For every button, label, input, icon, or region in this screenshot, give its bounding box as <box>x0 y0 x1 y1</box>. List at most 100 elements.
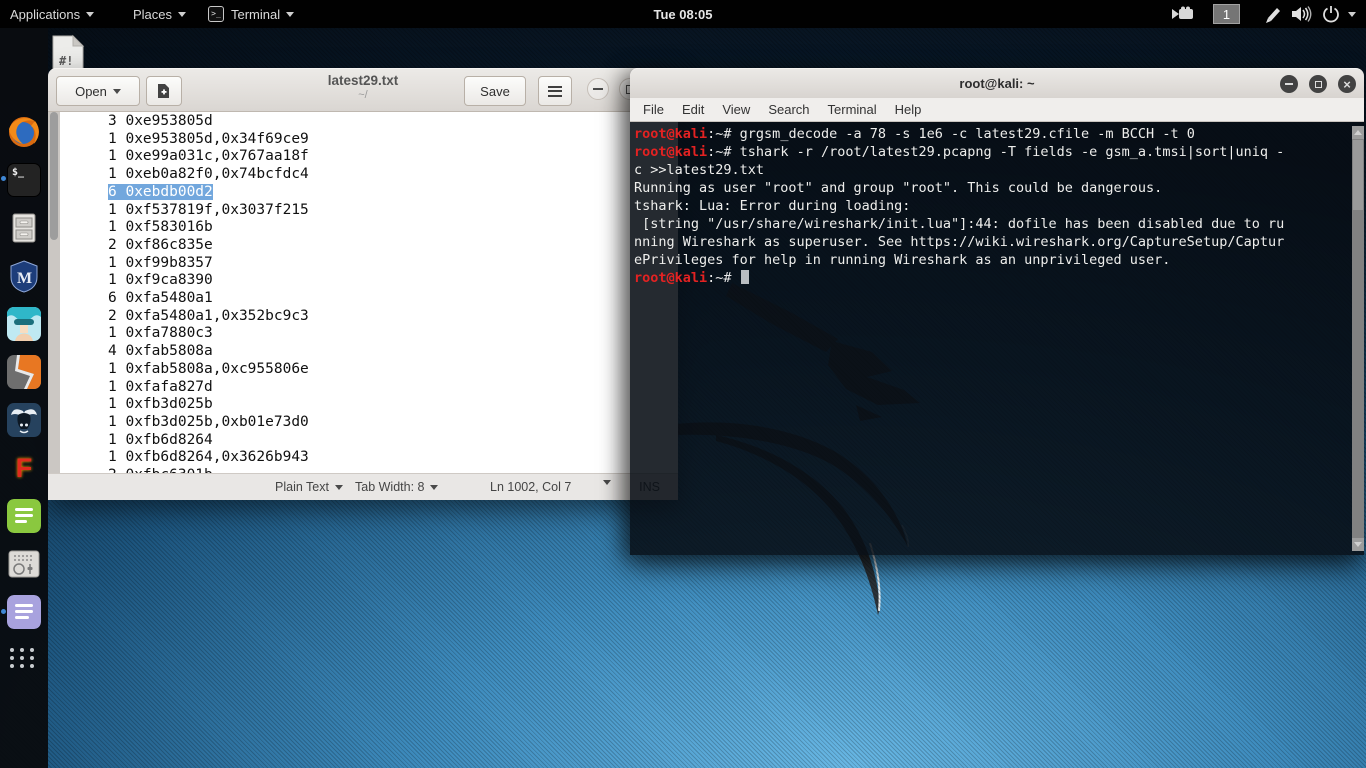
chevron-down-icon <box>603 480 611 485</box>
hamburger-menu-button[interactable] <box>538 76 572 106</box>
maximize-icon <box>1315 81 1322 88</box>
menu-terminal[interactable]: Terminal <box>819 102 886 117</box>
editor-line: 1 0xfb3d025b <box>108 396 678 414</box>
volume-icon[interactable] <box>1290 5 1312 23</box>
editor-line: 1 0xe99a031c,0x767aa18f <box>108 148 678 166</box>
minimize-button[interactable] <box>587 78 609 100</box>
new-document-icon <box>156 83 172 99</box>
editor-line: 4 0xfab5808a <box>108 343 678 361</box>
minimize-icon <box>1285 83 1293 85</box>
minimize-icon <box>593 88 603 90</box>
screen-recorder-icon[interactable] <box>1171 6 1197 22</box>
menu-help[interactable]: Help <box>886 102 931 117</box>
menu-edit[interactable]: Edit <box>673 102 713 117</box>
tab-width-label: Tab Width: 8 <box>355 480 424 494</box>
editor-scrollbar[interactable] <box>48 112 60 473</box>
editor-line: 1 0xe953805d,0x34f69ce9 <box>108 131 678 149</box>
dock-armitage[interactable] <box>7 307 41 341</box>
green-editor-icon <box>7 499 41 533</box>
chevron-down-icon <box>430 485 438 490</box>
editor-line: 2 0xfa5480a1,0x352bc9c3 <box>108 308 678 326</box>
gedit-title: latest29.txt ~/ <box>48 73 678 101</box>
editor-line: 1 0xf9ca8390 <box>108 272 678 290</box>
show-applications-button[interactable] <box>10 648 36 668</box>
language-selector[interactable]: Plain Text <box>275 480 343 494</box>
dock-text-editor-green[interactable] <box>7 499 41 533</box>
dock-text-editor-purple[interactable] <box>7 595 41 629</box>
radio-equipment-icon <box>7 547 41 581</box>
scrollbar-thumb[interactable] <box>1353 140 1363 210</box>
power-icon[interactable] <box>1322 5 1340 23</box>
armitage-icon <box>7 307 41 341</box>
language-label: Plain Text <box>275 480 329 494</box>
dock-terminal[interactable]: $_ <box>7 163 41 197</box>
window-controls: × <box>1269 75 1356 93</box>
dock-files[interactable] <box>7 211 41 245</box>
editor-line: 1 0xfb6d8264,0x3626b943 <box>108 449 678 467</box>
system-tray: 1 <box>1171 0 1366 28</box>
editor-line: 6 0xfa5480a1 <box>108 290 678 308</box>
menu-file[interactable]: File <box>634 102 673 117</box>
open-button-label: Open <box>75 84 107 99</box>
clock[interactable]: Tue 08:05 <box>0 0 1366 28</box>
top-panel: Applications Places >_ Terminal Tue 08:0… <box>0 0 1366 28</box>
dock-sdr-tool[interactable] <box>7 547 41 581</box>
tab-width-selector[interactable]: Tab Width: 8 <box>355 480 438 494</box>
terminal-titlebar[interactable]: root@kali: ~ × <box>630 68 1364 98</box>
workspace-indicator[interactable]: 1 <box>1213 4 1240 24</box>
terminal-line: ePrivileges for help in running Wireshar… <box>634 251 1284 269</box>
terminal-content[interactable]: root@kali:~# grgsm_decode -a 78 -s 1e6 -… <box>630 122 1364 555</box>
gedit-body: 3 0xe953805d1 0xe953805d,0x34f69ce91 0xe… <box>48 112 678 473</box>
chevron-down-icon <box>335 485 343 490</box>
dock-faraday[interactable]: F <box>7 451 41 485</box>
close-button[interactable]: × <box>1338 75 1356 93</box>
firefox-icon <box>7 115 41 149</box>
menu-search[interactable]: Search <box>759 102 818 117</box>
terminal-menubar: File Edit View Search Terminal Help <box>630 98 1364 122</box>
beef-bull-icon <box>7 403 41 437</box>
dock-metasploit[interactable]: M <box>7 259 41 293</box>
goto-line-dropdown[interactable] <box>597 480 611 485</box>
clock-label: Tue 08:05 <box>653 7 712 22</box>
input-pen-icon[interactable] <box>1262 4 1282 24</box>
editor-line: 2 0xf86c835e <box>108 237 678 255</box>
gedit-window: Open latest29.txt ~/ Save 3 0xe953805d1 … <box>48 68 678 500</box>
document-title: latest29.txt <box>48 73 678 88</box>
document-path: ~/ <box>48 89 678 101</box>
save-button[interactable]: Save <box>464 76 526 106</box>
terminal-title: root@kali: ~ <box>959 76 1034 91</box>
terminal-cursor <box>741 270 749 284</box>
terminal-line: root@kali:~# <box>634 269 1284 287</box>
file-cabinet-icon <box>7 211 41 245</box>
gedit-statusbar: Plain Text Tab Width: 8 Ln 1002, Col 7 I… <box>48 473 678 500</box>
open-button[interactable]: Open <box>56 76 140 106</box>
editor-line: 1 0xf537819f,0x3037f215 <box>108 202 678 220</box>
scroll-up-button[interactable] <box>1352 126 1364 139</box>
hamburger-icon <box>548 83 562 99</box>
dock-burpsuite[interactable] <box>7 355 41 389</box>
editor-line: 1 0xfb6d8264 <box>108 432 678 450</box>
scroll-down-button[interactable] <box>1352 538 1364 551</box>
burpsuite-icon <box>7 355 41 389</box>
terminal-line: [string "/usr/share/wireshark/init.lua"]… <box>634 215 1284 233</box>
new-document-button[interactable] <box>146 76 182 106</box>
menu-view[interactable]: View <box>713 102 759 117</box>
dock-beef[interactable] <box>7 403 41 437</box>
terminal-scrollbar[interactable] <box>1352 126 1364 551</box>
editor-line: 3 0xe953805d <box>108 113 678 131</box>
chevron-down-icon[interactable] <box>1348 12 1356 17</box>
cursor-position-label: Ln 1002, Col 7 <box>490 480 571 494</box>
scrollbar-thumb[interactable] <box>50 112 58 240</box>
editor-text-area[interactable]: 3 0xe953805d1 0xe953805d,0x34f69ce91 0xe… <box>60 112 678 473</box>
maximize-button[interactable] <box>1309 75 1327 93</box>
minimize-button[interactable] <box>1280 75 1298 93</box>
running-indicator <box>1 176 6 181</box>
editor-line: 1 0xfa7880c3 <box>108 325 678 343</box>
dock-firefox[interactable] <box>7 115 41 149</box>
editor-line: 1 0xf99b8357 <box>108 255 678 273</box>
svg-text:M: M <box>17 270 32 287</box>
dock: $_ M <box>0 28 48 768</box>
cursor-position[interactable]: Ln 1002, Col 7 <box>490 480 571 494</box>
gedit-headerbar: Open latest29.txt ~/ Save <box>48 68 678 112</box>
editor-line: 1 0xfafa827d <box>108 379 678 397</box>
